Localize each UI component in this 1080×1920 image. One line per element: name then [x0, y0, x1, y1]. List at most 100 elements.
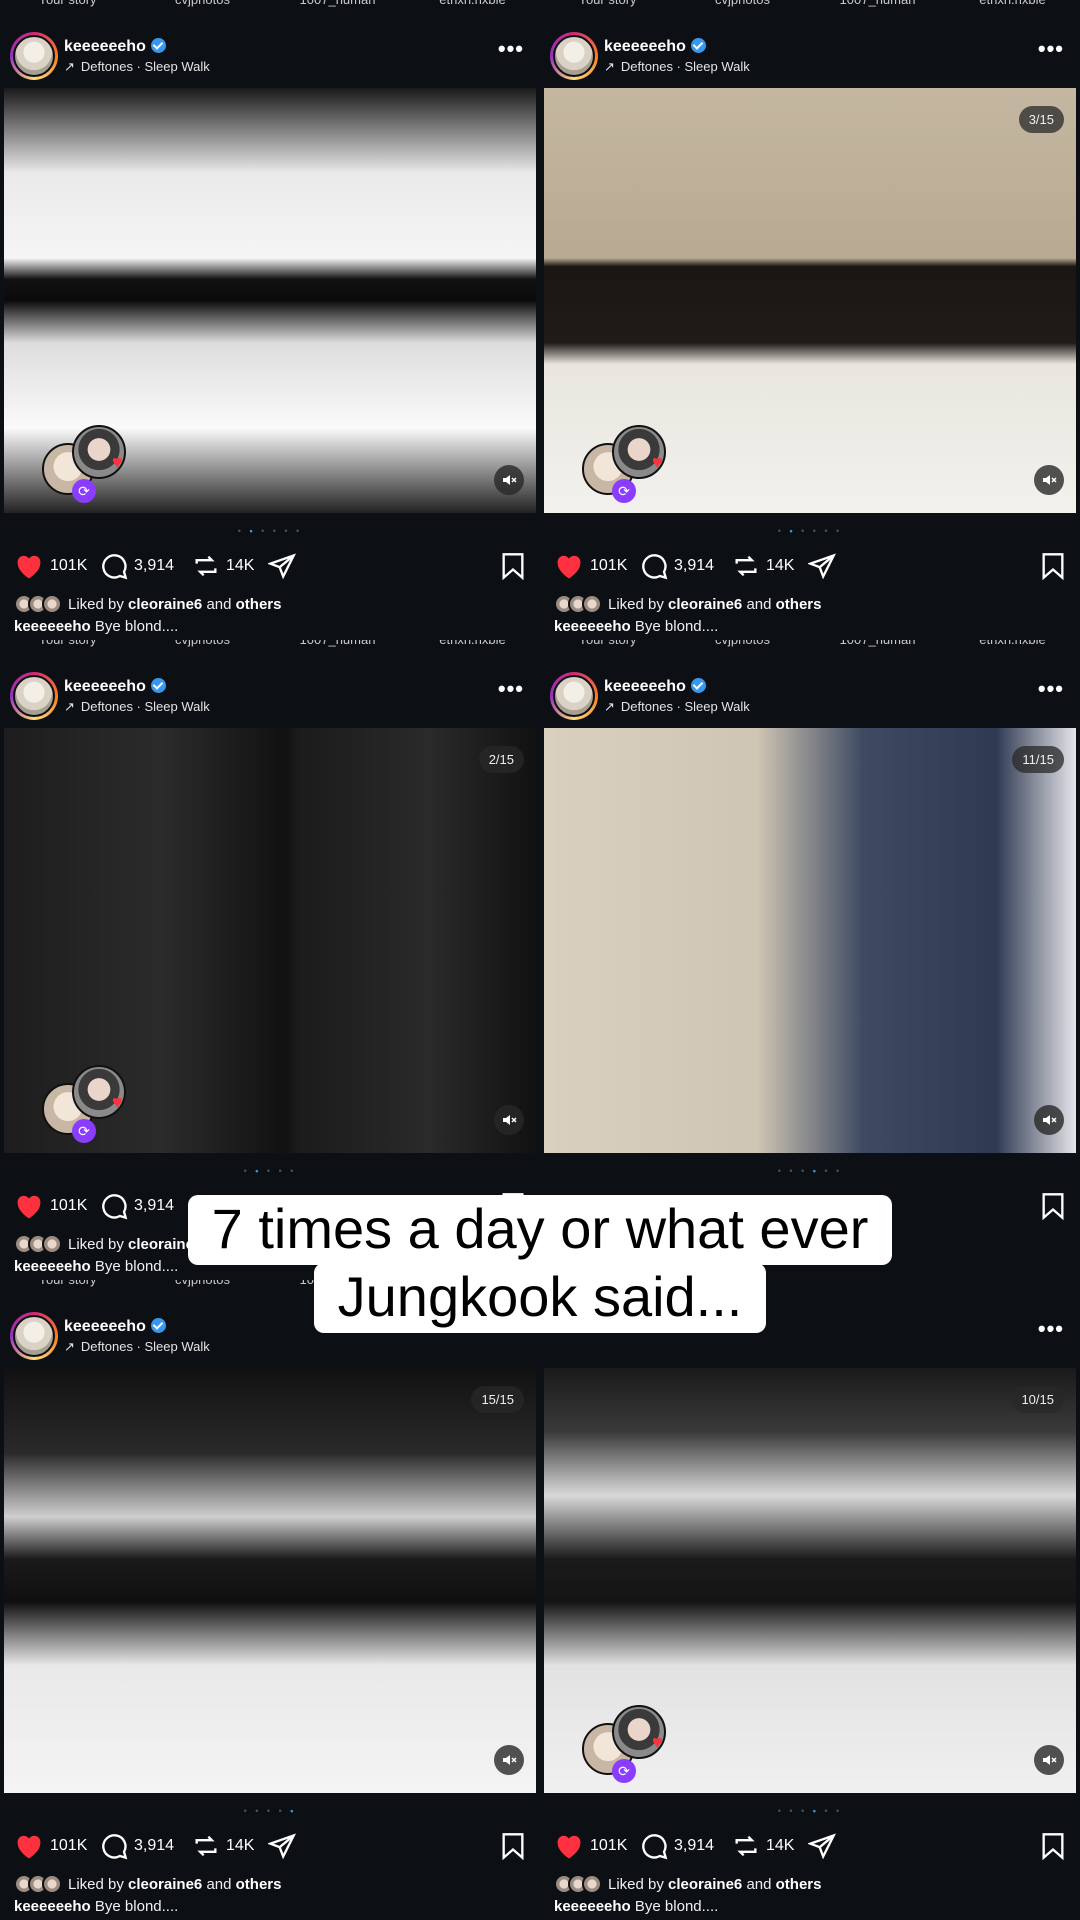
post-card: Your story cvjphotos 1007_human ethxn.nx… [0, 1280, 540, 1920]
post-card: Your story cvjphotos 1007_human ethxn.nx… [540, 640, 1080, 1280]
carousel-dots: • • • • • • [777, 1166, 843, 1176]
verified-icon [690, 678, 706, 693]
carousel-dots: • • • • • • [777, 1806, 843, 1816]
username[interactable]: keeeeeeho [64, 678, 166, 696]
username[interactable]: keeeeeeho [64, 38, 166, 56]
mute-button[interactable] [1034, 1745, 1064, 1775]
comment-button[interactable]: 3,914 [640, 1832, 714, 1860]
post-caption: keeeeeeho Bye blond.... [14, 1898, 179, 1915]
story-label[interactable]: ethxn.nxbie [953, 640, 1073, 650]
story-label[interactable]: Your story [548, 640, 668, 650]
like-button[interactable]: 101K [554, 1832, 627, 1860]
story-label[interactable]: ethxn.nxbie [413, 0, 533, 10]
repost-icon: ⟳ [72, 1119, 96, 1143]
bookmark-button[interactable] [500, 552, 526, 585]
audio-link[interactable]: ↗ Deftones · Sleep Walk [64, 699, 210, 715]
collab-avatars[interactable]: ⟳ ♥ [582, 425, 672, 505]
audio-link[interactable]: ↗ Deftones · Sleep Walk [604, 699, 750, 715]
avatar[interactable] [10, 672, 58, 720]
repost-icon: ⟳ [72, 479, 96, 503]
more-options-icon[interactable]: ••• [1038, 676, 1064, 702]
repost-button[interactable]: 14K [192, 1832, 254, 1860]
carousel-dots: • • • • • [243, 1806, 297, 1816]
repost-button[interactable]: 14K [192, 552, 254, 580]
more-options-icon[interactable]: ••• [498, 36, 524, 62]
stories-row: Your story cvjphotos 1007_human ethxn.nx… [540, 640, 1080, 650]
post-photo[interactable]: 2/15 ⟳ ♥ [4, 728, 536, 1153]
repost-icon: ⟳ [612, 1759, 636, 1783]
post-photo[interactable]: 11/15 [544, 728, 1076, 1153]
photo-counter: 3/15 [1018, 106, 1064, 133]
avatar[interactable] [550, 32, 598, 80]
story-label[interactable]: Your story [548, 0, 668, 10]
post-photo[interactable]: ⟳ ♥ [4, 88, 536, 513]
mute-button[interactable] [494, 465, 524, 495]
share-button[interactable] [808, 552, 842, 580]
share-button[interactable] [268, 552, 302, 580]
liked-by[interactable]: Liked by cleoraine6 and others [14, 1874, 281, 1894]
arrow-up-right-icon: ↗ [64, 59, 75, 74]
audio-link[interactable]: ↗ Deftones · Sleep Walk [604, 59, 750, 75]
liked-by[interactable]: Liked by cleoraine6 and others [14, 594, 281, 614]
comment-button[interactable]: 3,914 [640, 552, 714, 580]
story-label[interactable]: cvjphotos [143, 0, 263, 10]
mute-button[interactable] [494, 1105, 524, 1135]
collab-avatars[interactable]: ⟳ ♥ [42, 1065, 132, 1145]
mute-button[interactable] [1034, 465, 1064, 495]
post-photo[interactable]: 10/15 ⟳ ♥ [544, 1368, 1076, 1793]
bookmark-button[interactable] [500, 1832, 526, 1865]
like-button[interactable]: 101K [554, 552, 627, 580]
story-label[interactable]: cvjphotos [683, 640, 803, 650]
story-label[interactable]: ethxn.nxbie [413, 640, 533, 650]
post-photo[interactable]: 3/15 ⟳ ♥ [544, 88, 1076, 513]
caption-line-2: Jungkook said... [313, 1263, 767, 1333]
share-button[interactable] [808, 1832, 842, 1860]
post-photo[interactable]: 15/15 [4, 1368, 536, 1793]
story-label[interactable]: 1007_human [818, 640, 938, 650]
photo-counter: 10/15 [1011, 1386, 1064, 1413]
photo-counter: 2/15 [478, 746, 524, 773]
story-label[interactable]: 1007_human [278, 640, 398, 650]
action-bar: 101K 3,914 14K [540, 1826, 1080, 1866]
carousel-dots: • • • • • • [777, 526, 843, 536]
more-options-icon[interactable]: ••• [498, 676, 524, 702]
post-grid: Your story cvjphotos 1007_human ethxn.nx… [0, 0, 1080, 1920]
audio-link[interactable]: ↗ Deftones · Sleep Walk [64, 59, 210, 75]
bookmark-button[interactable] [1040, 552, 1066, 585]
share-button[interactable] [268, 1832, 302, 1860]
bookmark-button[interactable] [1040, 1832, 1066, 1865]
story-label[interactable]: cvjphotos [143, 640, 263, 650]
repost-button[interactable]: 14K [732, 552, 794, 580]
repost-button[interactable]: 14K [732, 1832, 794, 1860]
post-card: Your story cvjphotos 1007_human ethxn.nx… [540, 0, 1080, 640]
mute-button[interactable] [1034, 1105, 1064, 1135]
like-button[interactable]: 101K [14, 1832, 87, 1860]
collab-avatars[interactable]: ⟳ ♥ [582, 1705, 672, 1785]
audio-link[interactable]: ↗ Deftones · Sleep Walk [64, 1339, 210, 1355]
story-label[interactable]: Your story [8, 640, 128, 650]
heart-icon: ♥ [652, 1732, 663, 1752]
like-button[interactable]: 101K [14, 552, 87, 580]
story-label[interactable]: 1007_human [278, 0, 398, 10]
mute-button[interactable] [494, 1745, 524, 1775]
username[interactable]: keeeeeeho [604, 678, 706, 696]
photo-counter: 15/15 [471, 1386, 524, 1413]
story-label[interactable]: 1007_human [818, 0, 938, 10]
comment-button[interactable]: 3,914 [100, 552, 174, 580]
avatar[interactable] [550, 672, 598, 720]
username[interactable]: keeeeeeho [604, 38, 706, 56]
liked-by[interactable]: Liked by cleoraine6 and others [554, 594, 821, 614]
story-label[interactable]: ethxn.nxbie [953, 0, 1073, 10]
story-label[interactable]: Your story [8, 0, 128, 10]
stories-row: Your story cvjphotos 1007_human ethxn.nx… [540, 0, 1080, 10]
post-card: Your story cvjphotos 1007_human ethxn.nx… [0, 640, 540, 1280]
photo-counter: 11/15 [1012, 746, 1064, 773]
avatar[interactable] [10, 32, 58, 80]
collab-avatars[interactable]: ⟳ ♥ [42, 425, 132, 505]
arrow-up-right-icon: ↗ [604, 59, 615, 74]
comment-button[interactable]: 3,914 [100, 1832, 174, 1860]
liked-by[interactable]: Liked by cleoraine6 and others [554, 1874, 821, 1894]
story-label[interactable]: cvjphotos [683, 0, 803, 10]
action-bar: 101K 3,914 14K [0, 1826, 540, 1866]
more-options-icon[interactable]: ••• [1038, 36, 1064, 62]
